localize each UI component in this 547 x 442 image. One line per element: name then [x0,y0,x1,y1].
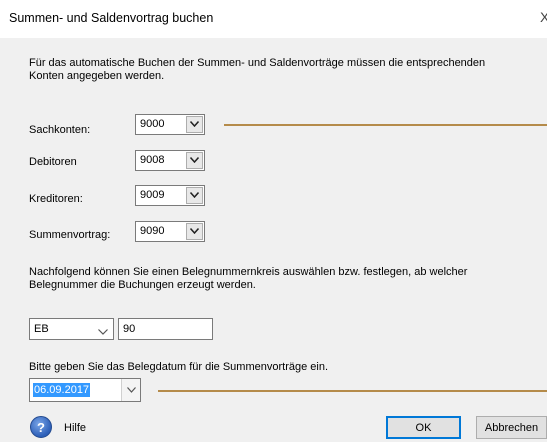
label-sachkonten: Sachkonten: [29,124,91,136]
chevron-down-icon[interactable] [186,223,203,240]
window-title: Summen- und Saldenvortrag buchen [9,11,214,25]
belegnummer-input[interactable]: 90 [118,318,213,340]
cancel-button-label: Abbrechen [484,422,539,434]
intro-text-line2: Konten angegeben werden. [29,70,165,82]
close-icon[interactable]: X [540,9,547,25]
help-icon[interactable]: ? [30,416,52,438]
help-label[interactable]: Hilfe [64,422,86,435]
chevron-down-icon[interactable] [186,187,203,204]
intro-text-line1: Für das automatische Buchen der Summen- … [29,57,486,69]
belegnummer-value: 90 [123,323,136,335]
title-bar: Summen- und Saldenvortrag buchen X [0,0,547,38]
belegnummer-text-line1: Nachfolgend können Sie einen Belegnummer… [29,266,468,278]
kreditoren-select[interactable]: 9009 [135,185,205,206]
label-kreditoren: Kreditoren: [29,193,83,205]
belegnummer-text-line2: Belegnummer die Buchungen erzeugt werden… [29,279,256,291]
debitoren-select[interactable]: 9008 [135,150,205,171]
belegdatum-value: 06.09.2017 [33,383,91,397]
belegkreis-value: EB [34,323,49,335]
summenvortrag-select[interactable]: 9090 [135,221,205,242]
ok-button-label: OK [415,422,432,434]
datum-text: Bitte geben Sie das Belegdatum für die S… [29,361,329,373]
belegdatum-picker[interactable]: 06.09.2017 [29,378,141,402]
chevron-down-icon[interactable] [121,379,140,401]
kreditoren-value: 9009 [140,189,165,201]
decorative-line-bottom [158,390,547,392]
chevron-down-icon[interactable] [186,152,203,169]
sachkonten-value: 9000 [140,118,165,130]
help-glyph: ? [37,420,45,435]
label-summenvortrag: Summenvortrag: [29,229,111,241]
debitoren-value: 9008 [140,154,165,166]
summenvortrag-value: 9090 [140,225,165,237]
sachkonten-select[interactable]: 9000 [135,114,205,135]
chevron-down-icon[interactable] [186,116,203,133]
decorative-line-top [224,124,547,126]
belegkreis-select[interactable]: EB [29,318,114,340]
ok-button[interactable]: OK [386,416,461,439]
chevron-down-icon[interactable] [98,326,108,338]
label-debitoren: Debitoren [29,156,77,168]
cancel-button[interactable]: Abbrechen [476,416,547,439]
